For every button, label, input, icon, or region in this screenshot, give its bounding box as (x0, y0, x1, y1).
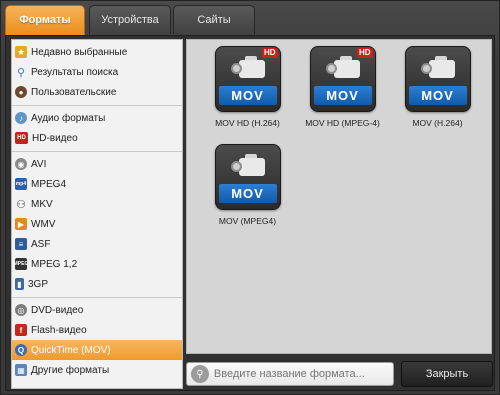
format-category-sidebar: ★ Недавно выбранные ⚲ Результаты поиска … (11, 39, 183, 389)
format-grid: HD MOV MOV HD (H.264) HD MOV MOV HD (MPE… (186, 39, 492, 354)
format-tile-mov-h264[interactable]: MOV MOV (H.264) (390, 46, 485, 128)
avi-icon: ◉ (15, 158, 27, 170)
sidebar-item-flash[interactable]: f Flash-видео (12, 320, 182, 340)
hd-badge: HD (356, 48, 373, 58)
sidebar-group-audio-hd: ♪ Аудио форматы HD HD-видео (12, 106, 182, 152)
tab-bar: Форматы Устройства Сайты (5, 5, 495, 35)
sidebar-item-3gp[interactable]: ▮ 3GP (12, 274, 182, 294)
sidebar-item-dvd[interactable]: ◎ DVD-видео (12, 300, 182, 320)
sidebar-item-label: Пользовательские (31, 86, 117, 98)
video-camera-icon: MOV (404, 46, 471, 112)
sidebar-item-label: WMV (31, 218, 56, 230)
sidebar-item-label: QuickTime (MOV) (31, 344, 111, 356)
star-icon: ★ (15, 46, 27, 58)
sidebar-item-label: MPEG 1,2 (31, 258, 78, 270)
mov-label: MOV (408, 86, 467, 105)
sidebar-item-label: Результаты поиска (31, 66, 119, 78)
sidebar-item-asf[interactable]: ≡ ASF (12, 234, 182, 254)
mpeg-icon: MPEG (14, 258, 28, 270)
sidebar-item-label: HD-видео (32, 132, 78, 144)
dvd-icon: ◎ (15, 304, 27, 316)
format-selection-window: Форматы Устройства Сайты ★ Недавно выбра… (0, 0, 500, 395)
tab-sites[interactable]: Сайты (173, 5, 255, 34)
format-tile-mov-hd-h264[interactable]: HD MOV MOV HD (H.264) (200, 46, 295, 128)
audio-icon: ♪ (15, 112, 27, 124)
format-search-box: ⚲ (186, 362, 394, 386)
mp4-icon: mp4 (15, 178, 27, 190)
sidebar-item-mpeg4[interactable]: mp4 MPEG4 (12, 174, 182, 194)
camera-graphic (420, 56, 457, 82)
tab-content-panel: ★ Недавно выбранные ⚲ Результаты поиска … (5, 35, 495, 391)
search-icon: ⚲ (191, 365, 209, 383)
sidebar-item-label: Недавно выбранные (31, 46, 128, 58)
format-search-input[interactable] (213, 368, 393, 380)
camera-graphic (325, 56, 362, 82)
sidebar-group-containers: ◉ AVI mp4 MPEG4 ⚇ MKV ▶ WMV ≡ ASF MPEG M… (12, 152, 182, 298)
video-camera-icon: HD MOV (309, 46, 376, 112)
camera-graphic (230, 56, 267, 82)
sidebar-item-recent[interactable]: ★ Недавно выбранные (12, 42, 182, 62)
sidebar-item-label: ASF (31, 238, 51, 250)
format-tile-label: MOV (MPEG4) (218, 216, 277, 226)
quicktime-icon: Q (15, 344, 27, 356)
mkv-icon: ⚇ (16, 198, 26, 211)
mov-label: MOV (313, 86, 372, 105)
hd-badge: HD (261, 48, 278, 58)
sidebar-item-label: Flash-видео (31, 324, 87, 336)
sidebar-item-other-formats[interactable]: ▦ Другие форматы (12, 360, 182, 380)
format-tile-label: MOV HD (H.264) (215, 118, 280, 128)
video-camera-icon: HD MOV (214, 46, 281, 112)
sidebar-item-mpeg12[interactable]: MPEG MPEG 1,2 (12, 254, 182, 274)
flash-icon: f (15, 324, 27, 336)
sidebar-item-avi[interactable]: ◉ AVI (12, 154, 182, 174)
sidebar-group-other: ◎ DVD-видео f Flash-видео Q QuickTime (M… (12, 298, 182, 383)
hd-icon: HD (15, 132, 28, 144)
sidebar-group-general: ★ Недавно выбранные ⚲ Результаты поиска … (12, 40, 182, 106)
tab-devices[interactable]: Устройства (89, 5, 171, 34)
format-tile-label: MOV HD (MPEG-4) (305, 118, 380, 128)
sidebar-item-search-results[interactable]: ⚲ Результаты поиска (12, 62, 182, 82)
sidebar-item-custom[interactable]: ● Пользовательские (12, 82, 182, 102)
sidebar-item-label: MKV (31, 198, 53, 210)
sidebar-item-label: Аудио форматы (31, 112, 106, 124)
sidebar-item-wmv[interactable]: ▶ WMV (12, 214, 182, 234)
sidebar-item-audio[interactable]: ♪ Аудио форматы (12, 108, 182, 128)
camera-graphic (230, 154, 267, 180)
wmv-icon: ▶ (15, 218, 27, 230)
asf-icon: ≡ (15, 238, 27, 250)
search-icon: ⚲ (16, 66, 26, 79)
sidebar-item-label: 3GP (28, 278, 49, 290)
sidebar-item-label: MPEG4 (31, 178, 67, 190)
phone-icon: ▮ (15, 278, 24, 290)
mov-label: MOV (218, 184, 277, 203)
format-tile-mov-hd-mpeg4[interactable]: HD MOV MOV HD (MPEG-4) (295, 46, 390, 128)
mov-label: MOV (218, 86, 277, 105)
sidebar-item-mkv[interactable]: ⚇ MKV (12, 194, 182, 214)
format-tile-label: MOV (H.264) (412, 118, 463, 128)
sidebar-item-label: AVI (31, 158, 47, 170)
close-button[interactable]: Закрыть (401, 361, 493, 387)
other-formats-icon: ▦ (15, 364, 27, 376)
video-camera-icon: MOV (214, 144, 281, 210)
format-tile-mov-mpeg4[interactable]: MOV MOV (MPEG4) (200, 144, 295, 226)
sidebar-item-quicktime[interactable]: Q QuickTime (MOV) (12, 340, 182, 360)
tab-formats[interactable]: Форматы (5, 5, 85, 35)
user-icon: ● (15, 86, 27, 98)
sidebar-item-label: DVD-видео (31, 304, 84, 316)
sidebar-item-label: Другие форматы (31, 364, 110, 376)
sidebar-item-hd-video[interactable]: HD HD-видео (12, 128, 182, 148)
